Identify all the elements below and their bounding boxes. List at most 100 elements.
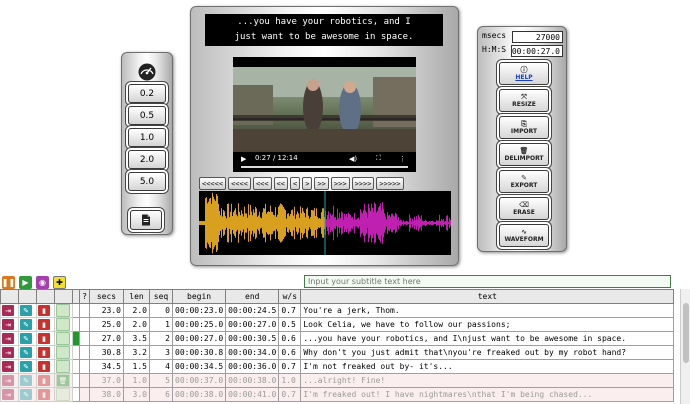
cell-text[interactable]: Why don't you just admit that\nyou're fr… (300, 345, 675, 360)
col-header-len[interactable]: len (123, 289, 150, 304)
cell-begin: 00:00:34.5 (171, 359, 227, 374)
table-row[interactable]: ⇥ ✎ ▮ 23.0 2.0 0 00:00:23.0 00:00:24.5 0.7 You're… (0, 303, 675, 318)
edit-icon[interactable]: ✎ (20, 333, 32, 344)
seek-forward-1-button[interactable]: > (302, 177, 313, 190)
speed-button-2-0[interactable]: 2.0 (128, 150, 166, 169)
edit-icon[interactable]: ✎ (20, 361, 32, 372)
edit-icon[interactable]: ✎ (20, 347, 32, 358)
record-icon[interactable]: ◉ (36, 276, 49, 289)
play-icon[interactable]: ▶ (19, 276, 32, 289)
document-button[interactable] (130, 210, 162, 230)
play-icon[interactable]: ▶ (241, 155, 246, 163)
table-row[interactable]: ⇥ ✎ ▮ 🗑 37.0 1.0 5 00:00:37.0 00:00:38.0 1.0 ...al… (0, 373, 675, 388)
seek-back-4-button[interactable]: <<<< (228, 177, 251, 190)
goto-icon[interactable]: ⇥ (2, 389, 14, 400)
goto-icon[interactable]: ⇥ (2, 305, 14, 316)
delete-icon[interactable]: ▮ (38, 333, 50, 344)
row-marker (72, 303, 80, 318)
player-panel: ...you have your robotics, and I just wa… (190, 6, 459, 266)
speed-button-5-0[interactable]: 5.0 (128, 172, 166, 191)
cell-ws: 0.6 (278, 345, 302, 360)
goto-icon[interactable]: ⇥ (2, 361, 14, 372)
seek-forward-5-button[interactable]: >>>>> (376, 177, 404, 190)
delete-icon[interactable]: ▮ (38, 305, 50, 316)
select-icon[interactable]: 🗑 (56, 374, 70, 387)
table-row[interactable]: ⇥ ✎ ▮ 27.0 3.5 2 00:00:27.0 00:00:30.5 0.6 ...you… (0, 331, 675, 346)
hms-field[interactable]: 00:00:27.0 (510, 45, 563, 57)
volume-icon[interactable]: ◀) (349, 155, 357, 163)
goto-icon[interactable]: ⇥ (2, 375, 14, 386)
export-button[interactable]: ✎ EXPORT (499, 170, 549, 193)
cell-text[interactable]: You're a jerk, Thom. (300, 303, 675, 318)
more-options-icon[interactable]: ⋮ (399, 155, 406, 163)
table-row[interactable]: ⇥ ✎ ▮ 34.5 1.5 4 00:00:34.5 00:00:36.0 0.7 I'm no… (0, 359, 675, 374)
fullscreen-icon[interactable]: ⛶ (376, 154, 381, 163)
edit-icon[interactable]: ✎ (20, 319, 32, 330)
edit-icon[interactable]: ✎ (20, 305, 32, 316)
goto-icon[interactable]: ⇥ (2, 319, 14, 330)
scrollbar-thumb[interactable] (683, 303, 689, 363)
col-header-text[interactable]: text (300, 289, 675, 304)
cell-text[interactable]: ...you have your robotics, and I\njust w… (300, 331, 675, 346)
subtitle-line-1: ...you have your robotics, and I (237, 17, 411, 27)
delete-icon[interactable]: ▮ (38, 361, 50, 372)
speed-button-0-2[interactable]: 0.2 (128, 84, 166, 103)
table-row[interactable]: ⇥ ✎ ▮ 38.0 3.0 6 00:00:38.0 00:00:41.0 0.7 I'm fr… (0, 387, 675, 402)
col-header-secs[interactable]: secs (89, 289, 124, 304)
delimport-button[interactable]: 🗑 DELIMPORT (499, 143, 549, 166)
resize-button[interactable]: ⤧ RESIZE (499, 89, 549, 112)
cell-len: 3.0 (123, 387, 150, 402)
hms-label: H:M:S (482, 45, 507, 54)
seek-back-3-button[interactable]: <<< (252, 177, 272, 190)
cell-text[interactable]: ...alright! Fine! (300, 373, 675, 388)
audio-waveform[interactable] (199, 191, 451, 255)
edit-icon[interactable]: ✎ (20, 375, 32, 386)
seek-back-5-button[interactable]: <<<<< (199, 177, 227, 190)
seek-back-1-button[interactable]: < (290, 177, 301, 190)
goto-icon[interactable]: ⇥ (2, 347, 14, 358)
add-icon[interactable]: ✚ (53, 276, 66, 289)
seek-back-2-button[interactable]: << (273, 177, 289, 190)
import-button[interactable]: ⎘ IMPORT (499, 116, 549, 139)
msecs-field[interactable]: 27000 (512, 31, 563, 43)
seek-forward-4-button[interactable]: >>>> (351, 177, 375, 190)
delete-icon[interactable]: ▮ (38, 389, 50, 400)
col-header-begin[interactable]: begin (171, 289, 227, 304)
col-header-seq[interactable]: seq (149, 289, 173, 304)
col-header-end[interactable]: end (225, 289, 280, 304)
delete-icon[interactable]: ▮ (38, 319, 50, 330)
table-scrollbar[interactable] (680, 289, 690, 404)
table-row[interactable]: ⇥ ✎ ▮ 25.0 2.0 1 00:00:25.0 00:00:27.0 0.5 Look C… (0, 317, 675, 332)
video-progress-bar[interactable] (241, 166, 408, 168)
speed-button-1-0[interactable]: 1.0 (128, 128, 166, 147)
col-header-ws[interactable]: w/s (278, 289, 302, 304)
waveform-button[interactable]: ∿ WAVEFORM (499, 224, 549, 247)
select-icon[interactable] (56, 318, 70, 331)
select-icon[interactable] (56, 346, 70, 359)
table-row[interactable]: ⇥ ✎ ▮ 30.8 3.2 3 00:00:30.8 00:00:34.0 0.6 Why do… (0, 345, 675, 360)
cell-text[interactable]: Look Celia, we have to follow our passio… (300, 317, 675, 332)
row-marker (72, 387, 80, 402)
export-icon: ✎ (521, 174, 527, 182)
edit-icon[interactable]: ✎ (20, 389, 32, 400)
help-button[interactable]: ⓘ HELP (499, 62, 549, 85)
goto-icon[interactable]: ⇥ (2, 333, 14, 344)
delete-icon[interactable]: ▮ (38, 375, 50, 386)
video-player[interactable]: ▶ 0:27 / 12:14 ◀) ⛶ ⋮ (233, 57, 416, 172)
row-action-cell: ▮ (36, 345, 55, 360)
select-icon[interactable] (56, 360, 70, 373)
speed-button-0-5[interactable]: 0.5 (128, 106, 166, 125)
select-icon[interactable] (56, 332, 70, 345)
cell-begin: 00:00:38.0 (171, 387, 227, 402)
cell-text[interactable]: I'm freaked out! I have nightmares\nthat… (300, 387, 675, 402)
select-icon[interactable] (56, 388, 70, 401)
seek-forward-2-button[interactable]: >> (314, 177, 329, 190)
pause-icon[interactable]: ❚❚ (2, 276, 15, 289)
trash-icon: 🗑 (519, 147, 529, 155)
erase-button[interactable]: ⌫ ERASE (499, 197, 549, 220)
select-icon[interactable] (56, 304, 70, 317)
seek-forward-3-button[interactable]: >>> (330, 177, 350, 190)
delete-icon[interactable]: ▮ (38, 347, 50, 358)
cell-text[interactable]: I'm not freaked out by- it's... (300, 359, 675, 374)
subtitle-input[interactable] (304, 275, 671, 288)
